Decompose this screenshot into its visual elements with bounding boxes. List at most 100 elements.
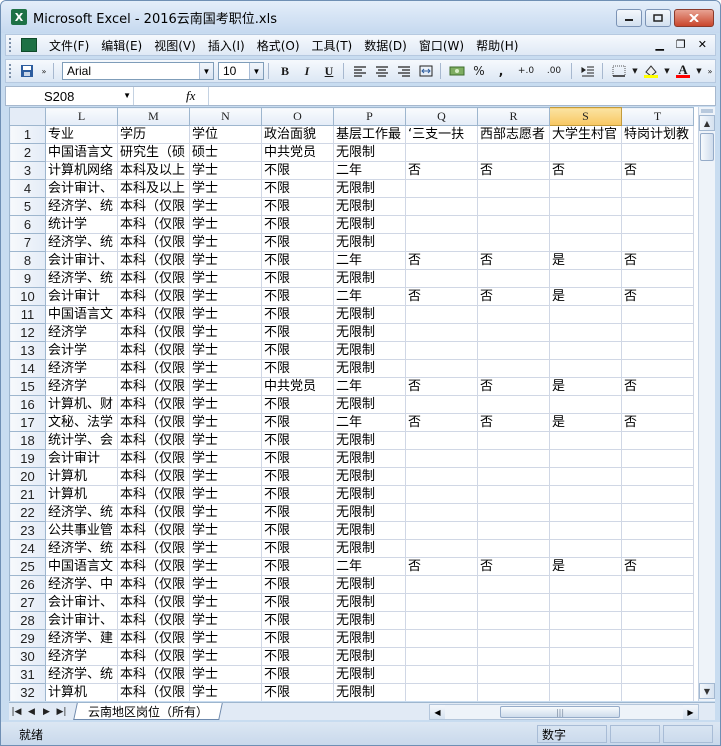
- row-header[interactable]: 30: [9, 647, 46, 666]
- cell-l2[interactable]: 中国语言文: [45, 143, 118, 162]
- row-header[interactable]: 20: [9, 467, 46, 486]
- cell-q18[interactable]: [405, 431, 478, 450]
- cell-n21[interactable]: 学士: [189, 485, 262, 504]
- chevron-down-icon[interactable]: ▼: [249, 63, 263, 79]
- vertical-scroll-thumb[interactable]: [700, 133, 714, 161]
- cell-q28[interactable]: [405, 611, 478, 630]
- row-header[interactable]: 4: [9, 179, 46, 198]
- cell-t20[interactable]: [621, 467, 694, 486]
- cell-o7[interactable]: 不限: [261, 233, 334, 252]
- cell-r24[interactable]: [477, 539, 550, 558]
- cell-p15[interactable]: 二年: [333, 377, 406, 396]
- cell-m29[interactable]: 本科（仅限: [117, 629, 190, 648]
- excel-app-icon[interactable]: X: [11, 9, 27, 25]
- cell-m14[interactable]: 本科（仅限: [117, 359, 190, 378]
- cell-p5[interactable]: 无限制: [333, 197, 406, 216]
- cell-n27[interactable]: 学士: [189, 593, 262, 612]
- cell-q27[interactable]: [405, 593, 478, 612]
- percent-button[interactable]: %: [469, 62, 489, 80]
- cell-l16[interactable]: 计算机、财: [45, 395, 118, 414]
- cell-q31[interactable]: [405, 665, 478, 684]
- cell-s12[interactable]: [549, 323, 622, 342]
- row-header[interactable]: 5: [9, 197, 46, 216]
- cell-n32[interactable]: 学士: [189, 683, 262, 701]
- cell-l8[interactable]: 会计审计、: [45, 251, 118, 270]
- spreadsheet-grid[interactable]: LMNOPQRST 1 专业 学历 学位 政治面貌 基层工作最 ‘三支一扶 西部志愿者 大学生村…: [9, 107, 698, 701]
- cell-o32[interactable]: 不限: [261, 683, 334, 701]
- cell-q5[interactable]: [405, 197, 478, 216]
- cell-t19[interactable]: [621, 449, 694, 468]
- cell-n16[interactable]: 学士: [189, 395, 262, 414]
- cell-m32[interactable]: 本科（仅限: [117, 683, 190, 701]
- cell-r5[interactable]: [477, 197, 550, 216]
- cell-n17[interactable]: 学士: [189, 413, 262, 432]
- cell-o31[interactable]: 不限: [261, 665, 334, 684]
- cell-p21[interactable]: 无限制: [333, 485, 406, 504]
- cell-t29[interactable]: [621, 629, 694, 648]
- cell-l30[interactable]: 经济学: [45, 647, 118, 666]
- cell-n9[interactable]: 学士: [189, 269, 262, 288]
- cell-n25[interactable]: 学士: [189, 557, 262, 576]
- cell-l22[interactable]: 经济学、统: [45, 503, 118, 522]
- cell-s5[interactable]: [549, 197, 622, 216]
- cell-o30[interactable]: 不限: [261, 647, 334, 666]
- cell-r15[interactable]: 否: [477, 377, 550, 396]
- cell-r13[interactable]: [477, 341, 550, 360]
- cell-n20[interactable]: 学士: [189, 467, 262, 486]
- minimize-button[interactable]: [616, 9, 642, 27]
- cell-p23[interactable]: 无限制: [333, 521, 406, 540]
- cell-r32[interactable]: [477, 683, 550, 701]
- column-header-p[interactable]: P: [333, 107, 406, 126]
- cell-q4[interactable]: [405, 179, 478, 198]
- row-header[interactable]: 26: [9, 575, 46, 594]
- cell-n6[interactable]: 学士: [189, 215, 262, 234]
- cell-q19[interactable]: [405, 449, 478, 468]
- cell-r18[interactable]: [477, 431, 550, 450]
- cell-r16[interactable]: [477, 395, 550, 414]
- cell-l18[interactable]: 统计学、会: [45, 431, 118, 450]
- cell-t26[interactable]: [621, 575, 694, 594]
- cell-l12[interactable]: 经济学: [45, 323, 118, 342]
- cell-n24[interactable]: 学士: [189, 539, 262, 558]
- column-header-q[interactable]: Q: [405, 107, 478, 126]
- cell-p2[interactable]: 无限制: [333, 143, 406, 162]
- column-header-n[interactable]: N: [189, 107, 262, 126]
- decrease-decimal-button[interactable]: .00: [541, 62, 567, 80]
- cell-r23[interactable]: [477, 521, 550, 540]
- font-size-select[interactable]: 10 ▼: [218, 62, 264, 80]
- cell-r27[interactable]: [477, 593, 550, 612]
- horizontal-scroll-thumb[interactable]: |||: [500, 706, 620, 718]
- cell-m13[interactable]: 本科（仅限: [117, 341, 190, 360]
- cell-o27[interactable]: 不限: [261, 593, 334, 612]
- cell-s28[interactable]: [549, 611, 622, 630]
- cell-s3[interactable]: 否: [549, 161, 622, 180]
- scroll-up-button[interactable]: ▲: [699, 115, 715, 131]
- cell-m4[interactable]: 本科及以上: [117, 179, 190, 198]
- row-header[interactable]: 9: [9, 269, 46, 288]
- row-header[interactable]: 19: [9, 449, 46, 468]
- cell-p24[interactable]: 无限制: [333, 539, 406, 558]
- increase-decimal-button[interactable]: +.0: [513, 62, 539, 80]
- row-header[interactable]: 25: [9, 557, 46, 576]
- cell-m3[interactable]: 本科及以上: [117, 161, 190, 180]
- cell-r9[interactable]: [477, 269, 550, 288]
- cell-r30[interactable]: [477, 647, 550, 666]
- cell-p14[interactable]: 无限制: [333, 359, 406, 378]
- align-left-icon[interactable]: [350, 62, 370, 80]
- cell-m23[interactable]: 本科（仅限: [117, 521, 190, 540]
- column-header-o[interactable]: O: [261, 107, 334, 126]
- menu-data[interactable]: 数据(D): [364, 37, 407, 54]
- row-header[interactable]: 17: [9, 413, 46, 432]
- cell-o5[interactable]: 不限: [261, 197, 334, 216]
- chevron-down-icon[interactable]: ▼: [123, 91, 131, 100]
- menu-file[interactable]: 文件(F): [49, 37, 89, 54]
- currency-icon[interactable]: [447, 62, 467, 80]
- cell-q29[interactable]: [405, 629, 478, 648]
- cell-o19[interactable]: 不限: [261, 449, 334, 468]
- chevron-down-icon[interactable]: ▼: [663, 62, 671, 80]
- cell-o4[interactable]: 不限: [261, 179, 334, 198]
- cell-m31[interactable]: 本科（仅限: [117, 665, 190, 684]
- cell-m30[interactable]: 本科（仅限: [117, 647, 190, 666]
- cell-l28[interactable]: 会计审计、: [45, 611, 118, 630]
- cell-q20[interactable]: [405, 467, 478, 486]
